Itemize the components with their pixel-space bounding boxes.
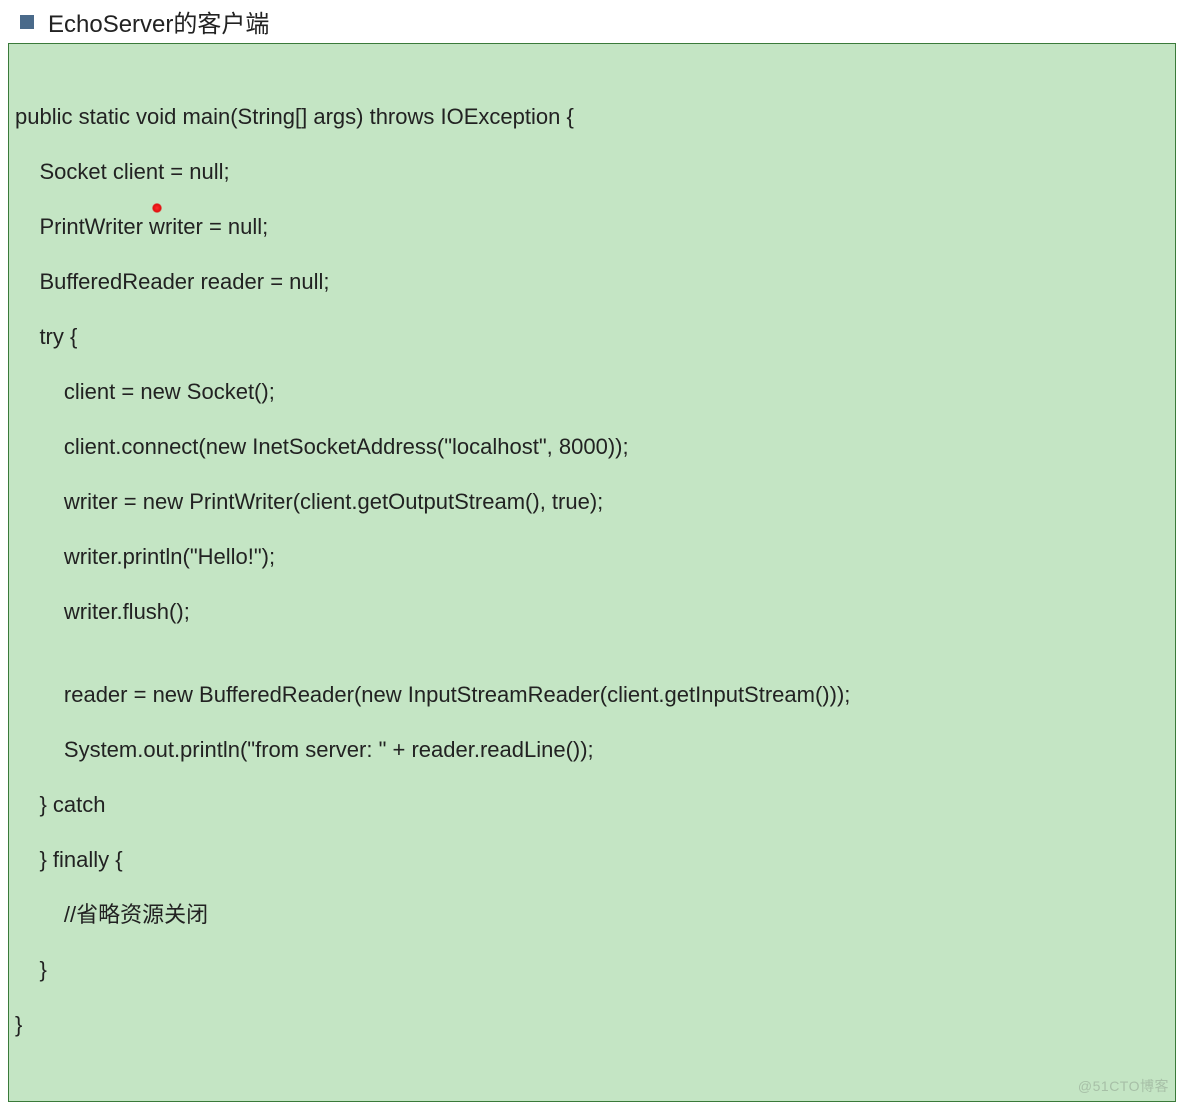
code-line: BufferedReader reader = null; bbox=[15, 268, 1169, 296]
code-line: writer.flush(); bbox=[15, 598, 1169, 626]
code-line: System.out.println("from server: " + rea… bbox=[15, 736, 1169, 764]
code-line: try { bbox=[15, 323, 1169, 351]
code-line: writer.println("Hello!"); bbox=[15, 543, 1169, 571]
code-block: public static void main(String[] args) t… bbox=[8, 43, 1176, 1102]
code-line: } catch bbox=[15, 791, 1169, 819]
code-line: PrintWriter writer = null; bbox=[15, 213, 1169, 241]
code-line: //省略资源关闭 bbox=[15, 901, 1169, 929]
code-line: } bbox=[15, 1011, 1169, 1039]
code-line: Socket client = null; bbox=[15, 158, 1169, 186]
code-line: public static void main(String[] args) t… bbox=[15, 103, 1169, 131]
code-line: writer = new PrintWriter(client.getOutpu… bbox=[15, 488, 1169, 516]
code-line: client.connect(new InetSocketAddress("lo… bbox=[15, 433, 1169, 461]
code-line: } finally { bbox=[15, 846, 1169, 874]
code-line: reader = new BufferedReader(new InputStr… bbox=[15, 681, 1169, 709]
code-line: } bbox=[15, 956, 1169, 984]
watermark-text: @51CTO博客 bbox=[1078, 1078, 1169, 1096]
code-line: client = new Socket(); bbox=[15, 378, 1169, 406]
section-heading-row: EchoServer的客户端 bbox=[8, 4, 1176, 39]
laser-pointer-icon bbox=[152, 203, 162, 213]
section-heading: EchoServer的客户端 bbox=[48, 4, 269, 39]
bullet-square-icon bbox=[20, 15, 34, 29]
